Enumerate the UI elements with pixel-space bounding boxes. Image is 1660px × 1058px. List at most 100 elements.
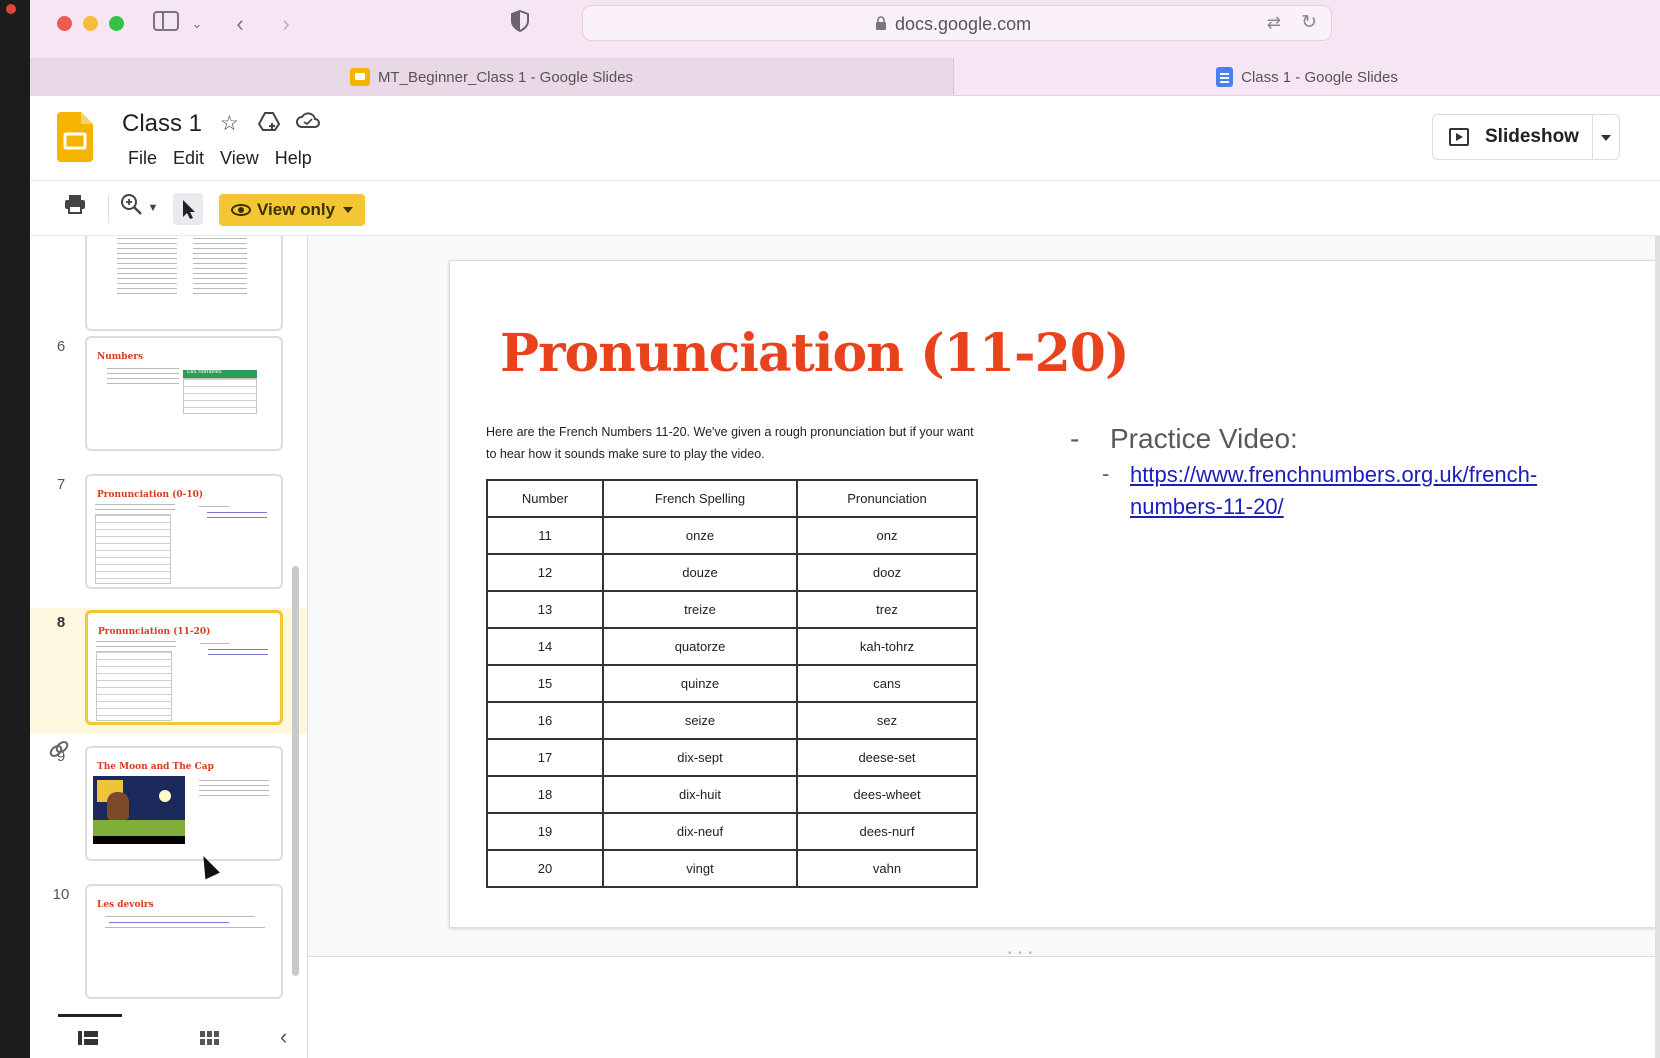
zoom-window-button[interactable] bbox=[109, 16, 124, 31]
star-icon[interactable]: ☆ bbox=[220, 111, 239, 136]
speaker-notes-area[interactable] bbox=[308, 957, 1660, 1058]
view-only-button[interactable]: View only bbox=[219, 194, 365, 226]
chevron-down-icon[interactable]: ⌄ bbox=[190, 10, 204, 38]
cell-pronunciation: trez bbox=[796, 590, 978, 629]
table-row: 20 vingt vahn bbox=[486, 849, 978, 888]
cell-pronunciation: vahn bbox=[796, 849, 978, 888]
slide-canvas[interactable]: Pronunciation (11-20) Here are the Frenc… bbox=[449, 260, 1660, 928]
cell-french: douze bbox=[602, 553, 798, 592]
minimize-window-button[interactable] bbox=[83, 16, 98, 31]
filmstrip-scrollbar[interactable] bbox=[292, 566, 299, 976]
slide-thumbnail-8[interactable]: Pronunciation (11-20) bbox=[85, 610, 283, 725]
cell-number: 18 bbox=[486, 775, 604, 814]
slide-filmstrip: 6 Numbers Les nombres 7 Pronunciation (0… bbox=[30, 236, 322, 1016]
editor-scrollbar[interactable] bbox=[1655, 236, 1660, 1058]
thumbnail-table bbox=[95, 514, 171, 584]
cell-pronunciation: onz bbox=[796, 516, 978, 555]
slide-thumbnail-6[interactable]: Numbers Les nombres bbox=[85, 336, 283, 451]
table-row: 19 dix-neuf dees-nurf bbox=[486, 812, 978, 851]
translate-icon[interactable]: ⇄ bbox=[1267, 13, 1281, 33]
thumbnail-table bbox=[96, 651, 172, 721]
practice-video-label: Practice Video: bbox=[1110, 423, 1298, 454]
table-header-row: Number French Spelling Pronunciation bbox=[486, 479, 978, 518]
table-row: 14 quatorze kah-tohrz bbox=[486, 627, 978, 666]
thumbnail-table-title: Les nombres bbox=[187, 369, 222, 375]
moon-icon bbox=[159, 790, 171, 802]
thumbnail-text bbox=[199, 780, 269, 800]
slides-favicon-icon bbox=[349, 68, 370, 86]
app-header: Class 1 ☆ File Edit View Help Slideshow bbox=[30, 96, 1660, 180]
browser-window: ⌄ ‹ › docs.google.com ⇄ ↻ MT_Beginner_Cl… bbox=[30, 0, 1660, 1058]
cell-number: 11 bbox=[486, 516, 604, 555]
menu-help[interactable]: Help bbox=[267, 148, 320, 169]
screen-edge bbox=[0, 0, 30, 1058]
slide-thumbnail-10[interactable]: Les devoirs bbox=[85, 884, 283, 999]
practice-video-link[interactable]: https://www.frenchnumbers.org.uk/french-… bbox=[1130, 459, 1570, 523]
bullet-dash: - bbox=[1102, 461, 1110, 486]
slide-thumbnail-7[interactable]: Pronunciation (0-10) bbox=[85, 474, 283, 589]
thumbnail-title: Les devoirs bbox=[97, 900, 154, 910]
thumbnail-text bbox=[107, 368, 179, 384]
cell-number: 15 bbox=[486, 664, 604, 703]
table-row: 18 dix-huit dees-wheet bbox=[486, 775, 978, 814]
sidebar-toggle-icon[interactable] bbox=[152, 10, 180, 38]
zoom-icon[interactable] bbox=[118, 193, 144, 223]
address-bar[interactable]: docs.google.com ⇄ ↻ bbox=[582, 5, 1332, 41]
document-title[interactable]: Class 1 bbox=[122, 110, 202, 138]
filmstrip-view-icon[interactable] bbox=[78, 1030, 98, 1051]
toolbar: ▼ View only bbox=[30, 180, 1660, 236]
cell-french: quinze bbox=[602, 664, 798, 703]
slide-number: 10 bbox=[52, 886, 70, 903]
thumbnail-text bbox=[200, 643, 230, 647]
column-header: French Spelling bbox=[602, 479, 798, 518]
cloud-status-icon[interactable] bbox=[296, 111, 320, 135]
video-thumbnail bbox=[93, 776, 185, 844]
privacy-shield-icon[interactable] bbox=[508, 9, 532, 38]
slideshow-options-dropdown[interactable] bbox=[1592, 114, 1620, 160]
thumbnail-text bbox=[193, 238, 247, 298]
zoom-dropdown-icon[interactable]: ▼ bbox=[146, 193, 160, 223]
move-to-drive-icon[interactable] bbox=[257, 111, 281, 137]
print-icon[interactable] bbox=[62, 193, 88, 223]
column-header: Pronunciation bbox=[796, 479, 978, 518]
close-window-button[interactable] bbox=[57, 16, 72, 31]
collapse-panel-icon[interactable]: ‹ bbox=[280, 1024, 287, 1050]
menu-file[interactable]: File bbox=[120, 148, 165, 169]
slides-logo-icon[interactable] bbox=[57, 112, 93, 162]
slide-editor: Pronunciation (11-20) Here are the Frenc… bbox=[308, 236, 1660, 1058]
docs-favicon-icon bbox=[1216, 67, 1234, 87]
slide-thumbnail-5[interactable] bbox=[85, 236, 283, 331]
select-tool-button[interactable] bbox=[173, 193, 203, 225]
forward-icon[interactable]: › bbox=[276, 10, 296, 38]
recording-dot-icon bbox=[6, 4, 16, 14]
cell-pronunciation: dees-wheet bbox=[796, 775, 978, 814]
thumbnail-text bbox=[95, 504, 175, 510]
bullet-dash: - bbox=[1070, 423, 1080, 454]
eye-icon bbox=[231, 204, 251, 216]
table-row: 13 treize trez bbox=[486, 590, 978, 629]
menu-edit[interactable]: Edit bbox=[165, 148, 212, 169]
cell-french: quatorze bbox=[602, 627, 798, 666]
reload-icon[interactable]: ↻ bbox=[1301, 11, 1317, 34]
back-icon[interactable]: ‹ bbox=[230, 10, 250, 38]
video-control-bar bbox=[93, 836, 185, 844]
slideshow-button[interactable]: Slideshow bbox=[1432, 114, 1592, 160]
cursor-arrow-icon bbox=[183, 200, 195, 219]
table-row: 16 seize sez bbox=[486, 701, 978, 740]
menu-view[interactable]: View bbox=[212, 148, 267, 169]
cell-french: treize bbox=[602, 590, 798, 629]
cell-french: onze bbox=[602, 516, 798, 555]
grid-view-icon[interactable] bbox=[200, 1030, 220, 1051]
slide-thumbnail-9[interactable]: The Moon and The Cap bbox=[85, 746, 283, 861]
thumbnail-link bbox=[207, 512, 267, 522]
tab-slides[interactable]: MT_Beginner_Class 1 - Google Slides bbox=[30, 58, 954, 96]
tab-docs[interactable]: Class 1 - Google Slides bbox=[954, 58, 1660, 96]
cell-number: 14 bbox=[486, 627, 604, 666]
tab-bar: MT_Beginner_Class 1 - Google Slides Clas… bbox=[30, 58, 1660, 96]
cell-pronunciation: sez bbox=[796, 701, 978, 740]
cell-french: dix-neuf bbox=[602, 812, 798, 851]
filmstrip-view-bar: ‹ bbox=[30, 1012, 307, 1058]
menu-bar: File Edit View Help bbox=[120, 148, 320, 169]
cell-number: 20 bbox=[486, 849, 604, 888]
slide-intro-text: Here are the French Numbers 11-20. We've… bbox=[486, 425, 974, 461]
